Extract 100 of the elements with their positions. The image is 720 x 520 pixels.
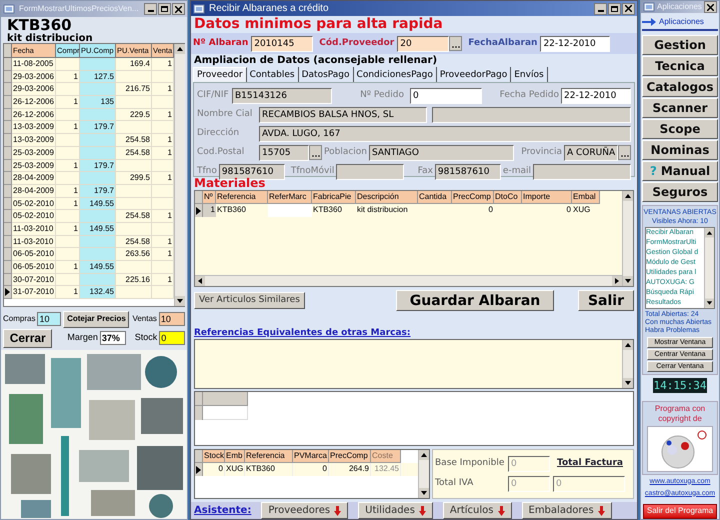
scroll-down-icon[interactable] <box>419 488 429 498</box>
browse-button[interactable] <box>309 145 322 160</box>
app-button[interactable]: Scope <box>642 118 718 139</box>
scrollbar[interactable] <box>418 450 429 498</box>
app-button[interactable]: Catalogos <box>642 76 718 97</box>
row-indicator[interactable] <box>195 204 203 218</box>
equivalentes-link[interactable]: Referencias Equivalentes de otras Marcas: <box>191 326 414 339</box>
horizontal-scrollbar[interactable] <box>195 275 622 286</box>
fecha-pedido-field[interactable]: 22-12-2010 <box>561 88 631 104</box>
table-cell: 30-07-2010 <box>12 274 56 286</box>
albaran-field[interactable]: 2010145 <box>251 36 314 52</box>
scrollbar[interactable] <box>622 191 633 286</box>
provincia-field[interactable]: A CORUÑA <box>564 145 618 162</box>
table-cell: 28-04-2009 <box>12 172 56 185</box>
app-button[interactable]: Gestion <box>642 34 718 55</box>
margen-field[interactable]: 37% <box>100 331 126 345</box>
table-cell: 229.5 <box>116 108 152 122</box>
table-cell: 299.5 <box>116 172 152 185</box>
cerrar-button[interactable]: Cerrar <box>3 328 52 348</box>
minimize-button[interactable] <box>144 3 157 15</box>
scroll-up-icon[interactable] <box>175 44 185 54</box>
app-button[interactable]: ? Manual <box>642 160 718 181</box>
maximize-button[interactable] <box>608 2 621 15</box>
scroll-up-icon[interactable] <box>419 450 429 460</box>
cotejar-button[interactable]: Cotejar Precios <box>63 310 130 328</box>
scroll-down-icon[interactable] <box>623 276 633 286</box>
cif-field[interactable]: B15143126 <box>232 88 332 104</box>
poblacion-field[interactable]: SANTIAGO <box>369 145 514 162</box>
app-button[interactable]: Seguros <box>642 182 718 202</box>
row-indicator[interactable] <box>4 286 12 300</box>
total-factura-link[interactable]: Total Factura <box>557 457 623 471</box>
close-button[interactable] <box>622 2 635 15</box>
stock-field[interactable]: 0 <box>159 331 185 345</box>
browse-button[interactable] <box>449 36 462 51</box>
nombre-extra-field[interactable] <box>432 107 631 124</box>
row-header <box>195 191 203 204</box>
scroll-down-icon[interactable] <box>623 378 633 388</box>
scrollbar[interactable] <box>174 44 185 306</box>
scroll-down-icon[interactable] <box>705 298 714 308</box>
table-cell: 26-12-2006 <box>12 96 56 109</box>
app-button[interactable]: Scanner <box>642 98 718 118</box>
movil-field[interactable] <box>336 164 404 180</box>
aplicaciones-link[interactable]: Aplicaciones <box>659 16 704 28</box>
assistant-button[interactable]: Proveedores <box>261 502 348 519</box>
similares-button[interactable]: Ver Articulos Similares <box>194 292 305 309</box>
scroll-down-icon[interactable] <box>175 296 185 306</box>
table-cell: 06-05-2010 <box>12 261 56 274</box>
nombre-field[interactable]: RECAMBIOS BALSA HNOS, SL <box>259 107 427 124</box>
email-field[interactable] <box>533 164 631 180</box>
close-icon <box>625 5 632 12</box>
table-cell-text: KTB360 <box>216 204 247 216</box>
proveedor-field[interactable]: 20 <box>397 36 450 52</box>
scroll-left-icon[interactable] <box>195 276 205 286</box>
table-cell: 1 <box>152 146 174 160</box>
table-cell: 06-05-2010 <box>12 248 56 261</box>
app-button[interactable]: Tecnica <box>642 56 718 76</box>
salir-button[interactable]: Salir <box>578 290 634 311</box>
table-cell: 1 <box>152 236 174 248</box>
scroll-up-icon[interactable] <box>705 228 714 238</box>
scrollbar[interactable] <box>704 228 714 308</box>
row-pointer-icon <box>196 206 201 215</box>
table-cell: 225.16 <box>116 274 152 286</box>
pedido-field[interactable]: 0 <box>410 88 482 104</box>
tab[interactable]: Proveedor <box>193 67 247 82</box>
scrollbar[interactable] <box>622 340 633 388</box>
assistant-button[interactable]: Utilidades <box>358 502 433 519</box>
app-icon <box>3 3 15 15</box>
table-cell <box>56 83 80 96</box>
scroll-up-icon[interactable] <box>623 340 633 350</box>
table-cell <box>152 286 174 300</box>
table-cell <box>116 121 152 134</box>
assistant-button[interactable]: Artículos <box>442 502 512 519</box>
assistant-button[interactable]: Embaladores <box>522 502 612 519</box>
equivalentes-field[interactable] <box>194 338 634 389</box>
compras-field[interactable]: 10 <box>37 312 62 326</box>
table-cell: 1 <box>56 184 80 198</box>
compras-label: Compras <box>3 313 36 325</box>
table-cell: 179.7 <box>80 160 116 172</box>
table-cell <box>80 172 116 185</box>
row-pointer-icon <box>5 288 10 296</box>
guardar-button[interactable]: Guardar Albaran <box>396 290 554 311</box>
exit-program-button[interactable]: Salir del Programa <box>643 504 717 519</box>
minimize-button[interactable] <box>594 2 607 15</box>
ventas-field[interactable]: 10 <box>158 312 185 326</box>
fecha-albaran-field[interactable]: 22-12-2010 <box>540 36 610 52</box>
scroll-right-icon[interactable] <box>612 276 622 286</box>
asistente-link[interactable]: Asistente: <box>194 503 252 518</box>
direccion-field[interactable]: AVDA. LUGO, 167 <box>259 126 631 142</box>
direccion-label: Dirección <box>197 127 240 140</box>
close-button[interactable] <box>172 3 185 15</box>
fax-field[interactable]: 981587610 <box>434 164 501 180</box>
table-cell: 1 <box>152 210 174 223</box>
row-indicator[interactable] <box>195 463 203 476</box>
table-cell <box>152 222 174 236</box>
maximize-button[interactable] <box>158 3 171 15</box>
cod-postal-field[interactable]: 15705 <box>259 145 309 162</box>
scroll-up-icon[interactable] <box>623 191 633 202</box>
browse-button[interactable] <box>618 145 631 160</box>
close-button[interactable] <box>704 1 717 14</box>
app-button[interactable]: Nominas <box>642 140 718 160</box>
